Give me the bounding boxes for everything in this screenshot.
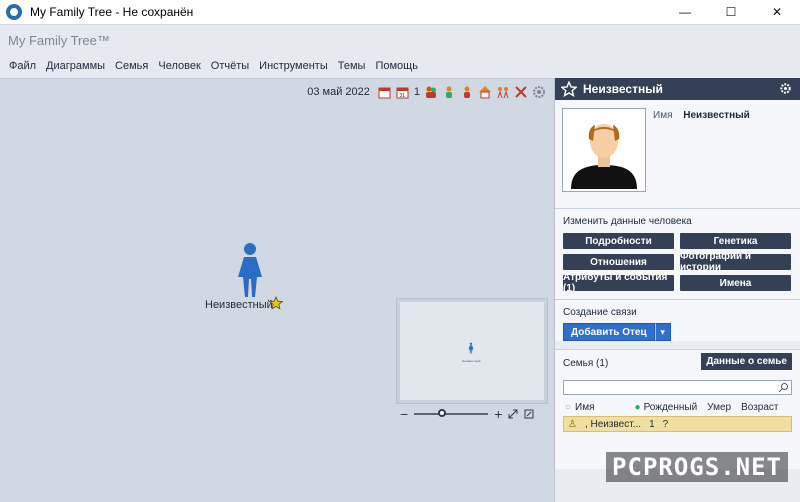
fit-icon[interactable]: [508, 409, 518, 419]
menu-themes[interactable]: Темы: [333, 60, 371, 72]
leaf-icon: ●: [634, 401, 641, 413]
panel-title: Неизвестный: [583, 82, 663, 96]
name-row: Имя Неизвестный: [653, 110, 750, 121]
app-logo-icon: [6, 4, 22, 20]
edit-person-section: Изменить данные человека Подробности Ген…: [555, 208, 800, 299]
tree-canvas[interactable]: 03 май 2022 31 1 Неизвестный: [0, 78, 554, 502]
name-value: Неизвестный: [683, 110, 750, 121]
row-died: ?: [662, 418, 669, 430]
family-header: Семья (1) Данные о семье: [555, 350, 800, 372]
menu-bar: Файл Диаграммы Семья Человек Отчёты Инст…: [0, 54, 800, 78]
gear-icon[interactable]: [779, 82, 792, 95]
row-name: , Неизвест...: [584, 418, 642, 430]
column-died[interactable]: Умер: [707, 402, 731, 413]
panel-header: Неизвестный: [555, 78, 800, 100]
menu-reports[interactable]: Отчёты: [206, 60, 254, 72]
star-outline-icon[interactable]: [561, 81, 577, 97]
table-row[interactable]: ♙ , Неизвест... 1 ?: [563, 416, 792, 432]
person-name: Неизвестный: [205, 299, 273, 311]
zoom-in-button[interactable]: +: [494, 407, 502, 421]
generations-count: 1: [413, 86, 420, 98]
relationships-button[interactable]: Отношения: [563, 254, 674, 270]
app-header: My Family Tree™: [0, 24, 800, 54]
person-panel: Неизвестный Имя Неизвестный Изменить дан…: [554, 78, 800, 502]
zoom-slider[interactable]: [414, 409, 489, 417]
home-icon[interactable]: [478, 85, 492, 99]
window-title: My Family Tree - Не сохранён: [30, 5, 194, 19]
family-table-header: ○ Имя ● Рожденный Умер Возраст: [555, 399, 800, 415]
genetics-button[interactable]: Генетика: [680, 233, 791, 249]
edit-buttons: Подробности Генетика Отношения Фотографи…: [555, 227, 800, 299]
maximize-button[interactable]: ☐: [708, 0, 754, 24]
menu-help[interactable]: Помощь: [370, 60, 423, 72]
svg-text:31: 31: [400, 93, 406, 99]
descendants-icon[interactable]: [460, 85, 474, 99]
link-section-title: Создание связи: [563, 307, 637, 318]
minimap-viewport[interactable]: Неизвестный: [400, 302, 544, 400]
canvas-toolbar: 03 май 2022 31 1: [307, 85, 546, 99]
app-name: My Family Tree™: [8, 33, 110, 48]
column-name-header[interactable]: ○: [565, 402, 571, 413]
column-age[interactable]: Возраст: [741, 402, 778, 413]
add-father-button[interactable]: Добавить Отец: [563, 323, 655, 341]
family-title: Семья (1): [563, 358, 609, 369]
family-section: Семья (1) Данные о семье ○ Имя ● Рожденн…: [555, 349, 800, 469]
menu-tools[interactable]: Инструменты: [254, 60, 333, 72]
ancestors-icon[interactable]: [442, 85, 456, 99]
family-icon[interactable]: [496, 85, 510, 99]
menu-file[interactable]: Файл: [4, 60, 41, 72]
expand-icon[interactable]: [524, 409, 534, 419]
star-icon[interactable]: [269, 296, 283, 310]
photo-area: Имя Неизвестный: [555, 100, 800, 208]
family-search-input[interactable]: [563, 380, 792, 395]
female-person-icon: [238, 243, 262, 297]
window-controls: — ☐ ✕: [662, 0, 800, 24]
chevron-down-icon[interactable]: ▾: [654, 323, 671, 341]
minimap[interactable]: Неизвестный: [396, 298, 548, 404]
people-group-icon[interactable]: [424, 85, 438, 99]
link-section: Создание связи Добавить Отец ▾: [555, 299, 800, 341]
tools-icon[interactable]: [514, 85, 528, 99]
column-name[interactable]: Имя: [575, 402, 594, 413]
menu-person[interactable]: Человек: [153, 60, 205, 72]
menu-family[interactable]: Семья: [110, 60, 153, 72]
menu-charts[interactable]: Диаграммы: [41, 60, 110, 72]
close-button[interactable]: ✕: [754, 0, 800, 24]
photos-stories-button[interactable]: Фотографии и истории: [680, 251, 791, 273]
details-button[interactable]: Подробности: [563, 233, 674, 249]
avatar-icon: [571, 124, 637, 189]
row-born: 1: [649, 418, 655, 430]
zoom-thumb[interactable]: [438, 409, 447, 417]
watermark: PCPROGS.NET: [606, 452, 788, 482]
calendar-icon[interactable]: [378, 85, 392, 99]
attributes-events-button[interactable]: Атрибуты и события (1): [563, 272, 674, 294]
person-small-icon: ♙: [568, 418, 577, 430]
person-photo[interactable]: [562, 108, 646, 192]
family-data-button[interactable]: Данные о семье: [701, 353, 792, 370]
edit-section-title: Изменить данные человека: [563, 216, 692, 227]
person-node[interactable]: Неизвестный: [205, 243, 295, 313]
minimap-person-icon: [468, 342, 474, 354]
minimap-person-name: Неизвестный: [462, 359, 481, 363]
names-button[interactable]: Имена: [680, 275, 791, 291]
settings-icon[interactable]: [532, 85, 546, 99]
search-icon[interactable]: [778, 382, 789, 393]
minimize-button[interactable]: —: [662, 0, 708, 24]
title-bar: My Family Tree - Не сохранён — ☐ ✕: [0, 0, 800, 24]
name-label: Имя: [653, 110, 673, 121]
calendar-day-icon[interactable]: 31: [396, 85, 410, 99]
zoom-bar: − +: [400, 406, 548, 422]
add-father-split-button: Добавить Отец ▾: [563, 323, 800, 341]
column-born[interactable]: Рожденный: [644, 402, 698, 413]
current-date: 03 май 2022: [307, 86, 370, 98]
zoom-out-button[interactable]: −: [400, 407, 408, 421]
